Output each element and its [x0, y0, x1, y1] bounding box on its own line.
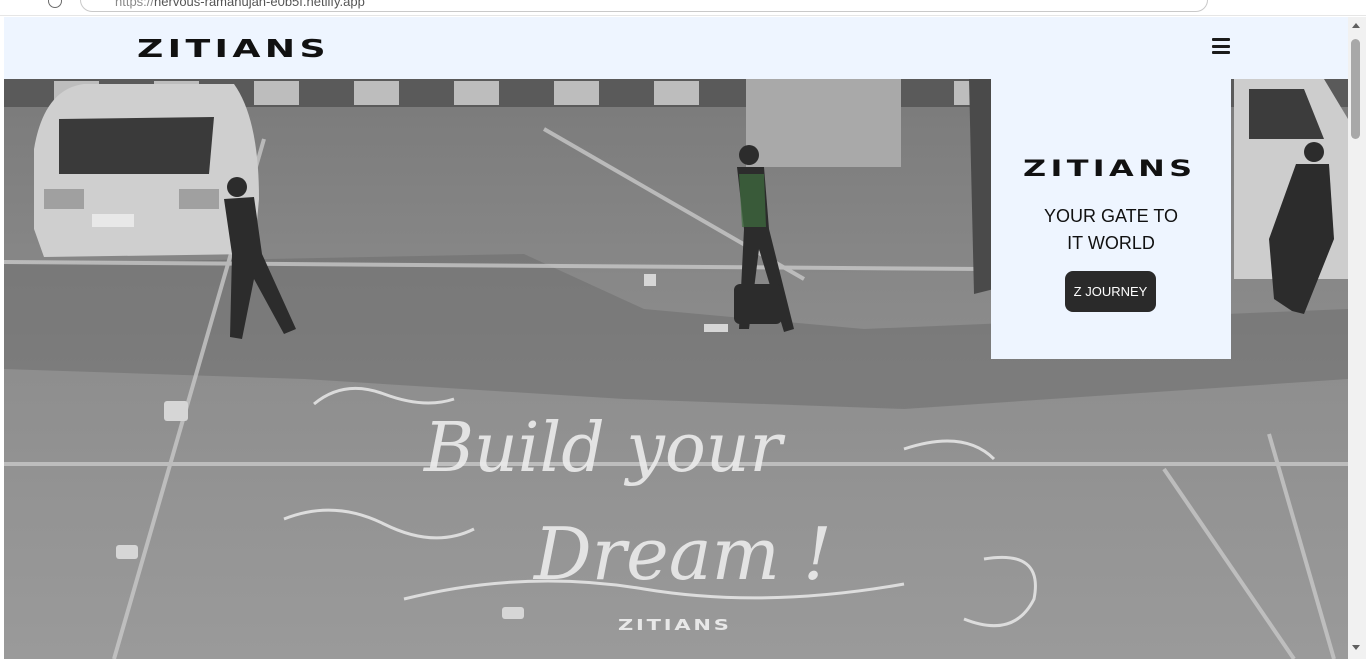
scrollbar-thumb[interactable]	[1351, 39, 1360, 139]
tagline-line2: IT WORLD	[1067, 233, 1155, 253]
url-scheme: https://	[115, 0, 155, 9]
reload-icon[interactable]	[48, 0, 62, 8]
navbar-brand-logo[interactable]: ZITIANS	[137, 34, 330, 63]
hamburger-menu-icon[interactable]	[1212, 38, 1230, 54]
tagline: YOUR GATE TO IT WORLD	[991, 203, 1231, 257]
hero-card: ZITIANS YOUR GATE TO IT WORLD Z JOURNEY	[991, 79, 1231, 359]
chalk-text-line2: Dream !	[532, 512, 832, 596]
hero-watermark-logo: ZITIANS	[618, 616, 732, 634]
card-brand-logo: ZITIANS	[1023, 157, 1197, 182]
page-viewport: ZITIANS Build your Dream ! ZITIANS ZITIA…	[4, 17, 1348, 659]
z-journey-button[interactable]: Z JOURNEY	[1065, 271, 1156, 312]
navbar: ZITIANS	[4, 17, 1348, 79]
chalk-text-line1: Build your	[422, 409, 786, 488]
scroll-up-arrow-icon[interactable]	[1352, 23, 1360, 28]
page-scrollbar[interactable]	[1348, 17, 1366, 659]
address-bar[interactable]: https://nervous-ramanujan-e0b5f.netlify.…	[80, 0, 1208, 12]
tagline-line1: YOUR GATE TO	[1043, 206, 1179, 226]
scroll-down-arrow-icon[interactable]	[1352, 645, 1360, 650]
browser-toolbar: https://nervous-ramanujan-e0b5f.netlify.…	[0, 0, 1366, 16]
url-host: nervous-ramanujan-e0b5f.netlify.app	[154, 0, 365, 9]
